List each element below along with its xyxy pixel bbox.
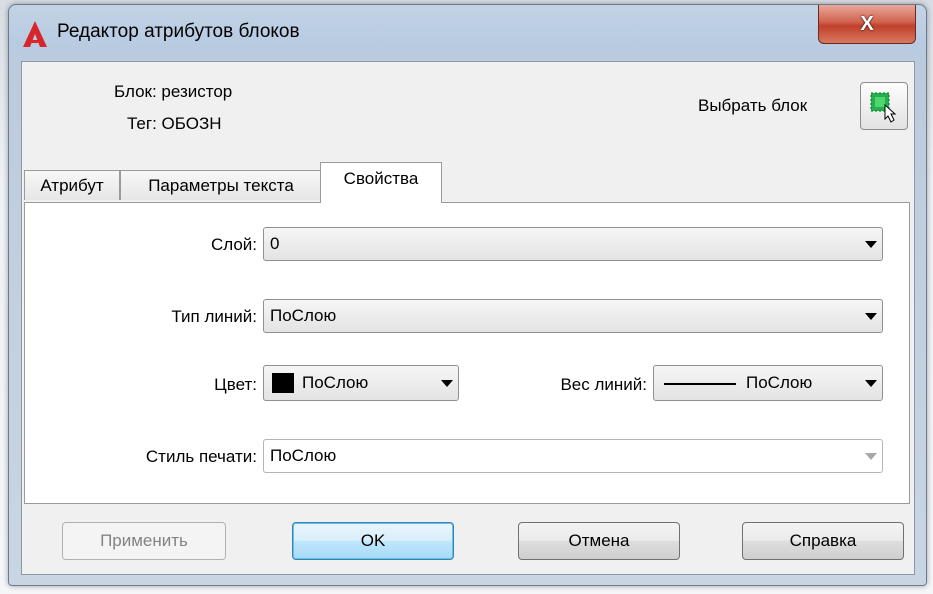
plotstyle-combo: ПоСлою <box>263 439 883 473</box>
ok-label: OK <box>360 531 386 550</box>
attribute-editor-dialog: Редактор атрибутов блоков X Блок: резист… <box>8 4 927 586</box>
tab-label: Свойства <box>343 169 419 188</box>
color-combo[interactable]: ПоСлою <box>263 365 459 401</box>
window-title: Редактор атрибутов блоков <box>57 21 300 42</box>
pick-block-label: Выбрать блок <box>698 96 808 115</box>
tag-name-label: Тег: ОБОЗН <box>127 114 222 133</box>
color-label: Цвет: <box>214 375 257 394</box>
apply-button: Применить <box>62 522 226 560</box>
chevron-down-icon <box>860 228 882 260</box>
tab-label: Атрибут <box>40 175 104 195</box>
close-button[interactable]: X <box>818 5 916 44</box>
linetype-value: ПоСлою <box>270 306 337 325</box>
chevron-down-icon <box>860 300 882 332</box>
chevron-down-icon <box>860 366 882 400</box>
help-label: Справка <box>789 531 857 550</box>
dialog-client: Блок: резистор Тег: ОБОЗН Выбрать блок А… <box>21 61 915 575</box>
tab-properties[interactable]: Свойства <box>320 162 442 203</box>
close-icon: X <box>860 12 874 35</box>
autocad-app-icon <box>23 21 47 47</box>
cancel-button[interactable]: Отмена <box>518 522 680 560</box>
tab-text-options[interactable]: Параметры текста <box>120 170 322 200</box>
layer-label: Слой: <box>210 235 257 254</box>
select-object-icon <box>870 92 897 123</box>
block-name-label: Блок: резистор <box>114 82 233 101</box>
cancel-label: Отмена <box>568 531 630 550</box>
chevron-down-icon <box>436 366 458 400</box>
lineweight-value: ПоСлою <box>746 373 813 392</box>
apply-label: Применить <box>100 531 188 550</box>
layer-combo[interactable]: 0 <box>263 227 883 261</box>
linetype-combo[interactable]: ПоСлою <box>263 299 883 333</box>
color-value: ПоСлою <box>302 372 369 392</box>
layer-value: 0 <box>270 234 280 253</box>
plotstyle-label: Стиль печати: <box>145 447 257 466</box>
help-button[interactable]: Справка <box>742 522 904 560</box>
chevron-down-icon <box>860 440 882 472</box>
lineweight-label: Вес линий: <box>560 375 647 394</box>
tab-label: Параметры текста <box>148 175 294 195</box>
tab-attribute[interactable]: Атрибут <box>24 170 120 200</box>
pick-block-button[interactable] <box>860 82 908 130</box>
ok-button[interactable]: OK <box>292 522 454 560</box>
title-bar[interactable]: Редактор атрибутов блоков X <box>9 5 926 61</box>
lineweight-combo[interactable]: ПоСлою <box>653 365 883 401</box>
plotstyle-value: ПоСлою <box>270 446 337 465</box>
properties-panel: Слой: 0 Тип линий: ПоСлою Цвет: ПоСлою В… <box>24 202 910 504</box>
color-swatch <box>272 373 294 394</box>
lineweight-sample <box>664 382 736 385</box>
linetype-label: Тип линий: <box>171 307 257 326</box>
